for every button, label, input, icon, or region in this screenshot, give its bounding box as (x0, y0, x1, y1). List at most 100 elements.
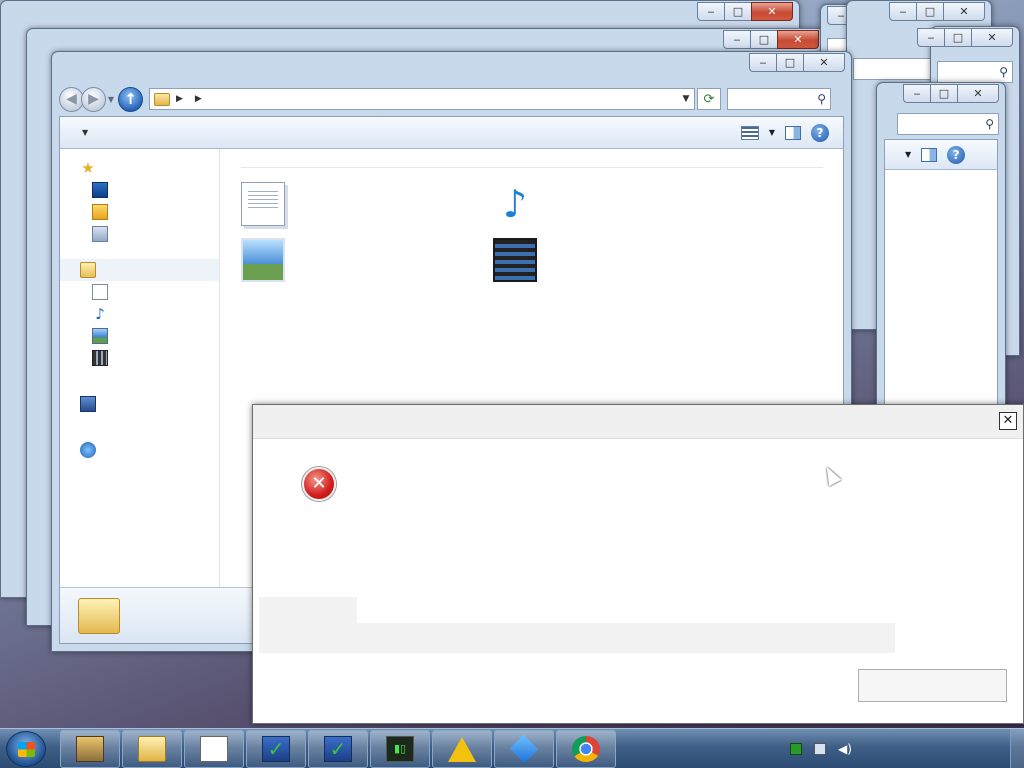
library-pictures[interactable] (241, 232, 493, 288)
show-desktop-button[interactable] (1010, 729, 1024, 768)
search-input[interactable]: ⚲ (937, 61, 1013, 83)
start-button[interactable] (6, 731, 46, 767)
close-button[interactable]: ✕ (803, 53, 845, 72)
nav-item-videos[interactable] (60, 347, 219, 369)
search-icon: ⚲ (985, 117, 994, 131)
minimize-button[interactable]: ‒ (749, 53, 777, 72)
nav-network[interactable] (60, 439, 219, 461)
error-dialog[interactable]: ✕ ✕ (252, 404, 1024, 724)
recent-places-icon (92, 226, 108, 242)
breadcrumb-separator[interactable]: ▶ (195, 94, 202, 104)
address-dropdown-icon[interactable]: ▼ (678, 94, 694, 104)
up-button[interactable]: ↑ (118, 86, 143, 112)
terminal-app-icon: ▮▯ (386, 736, 414, 762)
refresh-button[interactable]: ⟳ (697, 88, 721, 110)
documents-library-icon (241, 182, 285, 226)
help-icon[interactable]: ? (947, 145, 966, 164)
tray-app-icon[interactable] (790, 743, 802, 755)
search-icon: ⚲ (999, 65, 1008, 79)
change-view-icon[interactable] (740, 125, 759, 140)
libraries-folder-icon (154, 92, 170, 106)
nav-item-pictures[interactable] (60, 325, 219, 347)
maximize-button[interactable]: □ (776, 53, 804, 72)
ok-button[interactable] (858, 669, 1007, 702)
taskbar: ✓ ✓ ▮▯ ◀) (0, 728, 1024, 768)
taskbar-app[interactable]: ✓ (308, 730, 368, 768)
desktop-icon (92, 182, 108, 198)
maximize-button[interactable]: □ (916, 2, 944, 21)
minimize-button[interactable]: ‒ (889, 2, 917, 21)
videos-icon (92, 350, 108, 366)
libraries-folder-icon (78, 597, 120, 634)
help-icon[interactable]: ? (811, 123, 829, 142)
taskbar-app[interactable] (432, 730, 492, 768)
minimize-button[interactable]: ‒ (903, 84, 931, 103)
star-icon: ★ (81, 159, 95, 177)
preview-pane-icon[interactable] (785, 125, 801, 140)
dialog-placeholder-block (259, 623, 895, 653)
taskbar-app[interactable] (60, 730, 120, 768)
close-button[interactable]: ✕ (999, 412, 1017, 430)
network-tray-icon[interactable] (814, 743, 826, 755)
search-input[interactable]: ⚲ (897, 113, 999, 135)
nav-item-recent-places[interactable] (60, 223, 219, 245)
library-music[interactable]: ♪ (493, 176, 745, 232)
view-dropdown-icon[interactable]: ▼ (769, 128, 775, 137)
music-library-icon: ♪ (502, 182, 528, 226)
libraries-folder-icon (80, 262, 96, 278)
nav-item-music[interactable]: ♪ (60, 303, 219, 325)
close-button[interactable]: ✕ (751, 2, 793, 21)
nav-item-downloads[interactable] (60, 201, 219, 223)
maximize-button[interactable]: □ (930, 84, 958, 103)
window-body: ▼ ? (884, 139, 998, 434)
taskbar-app[interactable] (556, 730, 616, 768)
close-button[interactable]: ✕ (957, 84, 999, 103)
organize-menu[interactable]: ▼ (76, 128, 88, 137)
minimize-button[interactable]: ‒ (917, 28, 945, 47)
warning-app-icon (448, 736, 476, 762)
breadcrumb-separator[interactable]: ▶ (176, 94, 183, 104)
library-documents[interactable] (241, 176, 493, 232)
minimize-button[interactable]: ‒ (723, 30, 751, 49)
close-button[interactable]: ✕ (971, 28, 1013, 47)
search-input[interactable]: ⚲ (727, 88, 831, 110)
taskbar-app[interactable]: ▮▯ (370, 730, 430, 768)
system-tray: ◀) (784, 729, 1024, 768)
nav-libraries[interactable] (60, 259, 219, 281)
preview-pane-icon[interactable] (921, 147, 938, 162)
close-button[interactable]: ✕ (777, 30, 819, 49)
check-app-icon: ✓ (262, 736, 290, 762)
volume-icon[interactable]: ◀) (838, 743, 852, 755)
maximize-button[interactable]: □ (750, 30, 778, 49)
minimize-button[interactable]: ‒ (697, 2, 725, 21)
address-bar[interactable]: ▶ ▶ ▼ (149, 88, 695, 110)
window-caption-buttons: ‒ □ ✕ (723, 30, 819, 49)
view-menu-caret[interactable]: ▼ (905, 150, 911, 159)
chrome-icon (572, 736, 600, 762)
forward-button[interactable]: ▶ (81, 86, 106, 112)
taskbar-app[interactable] (184, 730, 244, 768)
maximize-button[interactable]: □ (944, 28, 972, 47)
window-caption-buttons: ‒ □ ✕ (903, 84, 999, 103)
close-button[interactable]: ✕ (943, 2, 985, 21)
dialog-placeholder-block (259, 597, 357, 623)
background-window[interactable]: ‒ □ ✕ ⚲ ▼ ? (876, 82, 1006, 442)
error-icon: ✕ (302, 467, 336, 501)
nav-item-documents[interactable] (60, 281, 219, 303)
nav-item-desktop[interactable] (60, 179, 219, 201)
view-menu-area: ▼ ? (885, 140, 997, 170)
recent-pages-dropdown[interactable]: ▼ (106, 95, 116, 104)
taskbar-app[interactable]: ✓ (246, 730, 306, 768)
window-caption-buttons: ‒ □ ✕ (749, 53, 845, 72)
library-videos[interactable] (493, 232, 745, 288)
nav-computer[interactable] (60, 393, 219, 415)
dialog-title (253, 405, 1023, 439)
taskbar-app[interactable] (494, 730, 554, 768)
nav-favorites[interactable]: ★ (60, 157, 219, 179)
taskbar-app[interactable] (122, 730, 182, 768)
window-caption-buttons: ‒ □ ✕ (697, 2, 793, 21)
navigation-bar: ◀ ▶ ▼ ↑ ▶ ▶ ▼ ⟳ ⚲ (59, 84, 844, 114)
downloads-icon (92, 204, 108, 220)
blue-app-icon (509, 734, 539, 764)
maximize-button[interactable]: □ (724, 2, 752, 21)
